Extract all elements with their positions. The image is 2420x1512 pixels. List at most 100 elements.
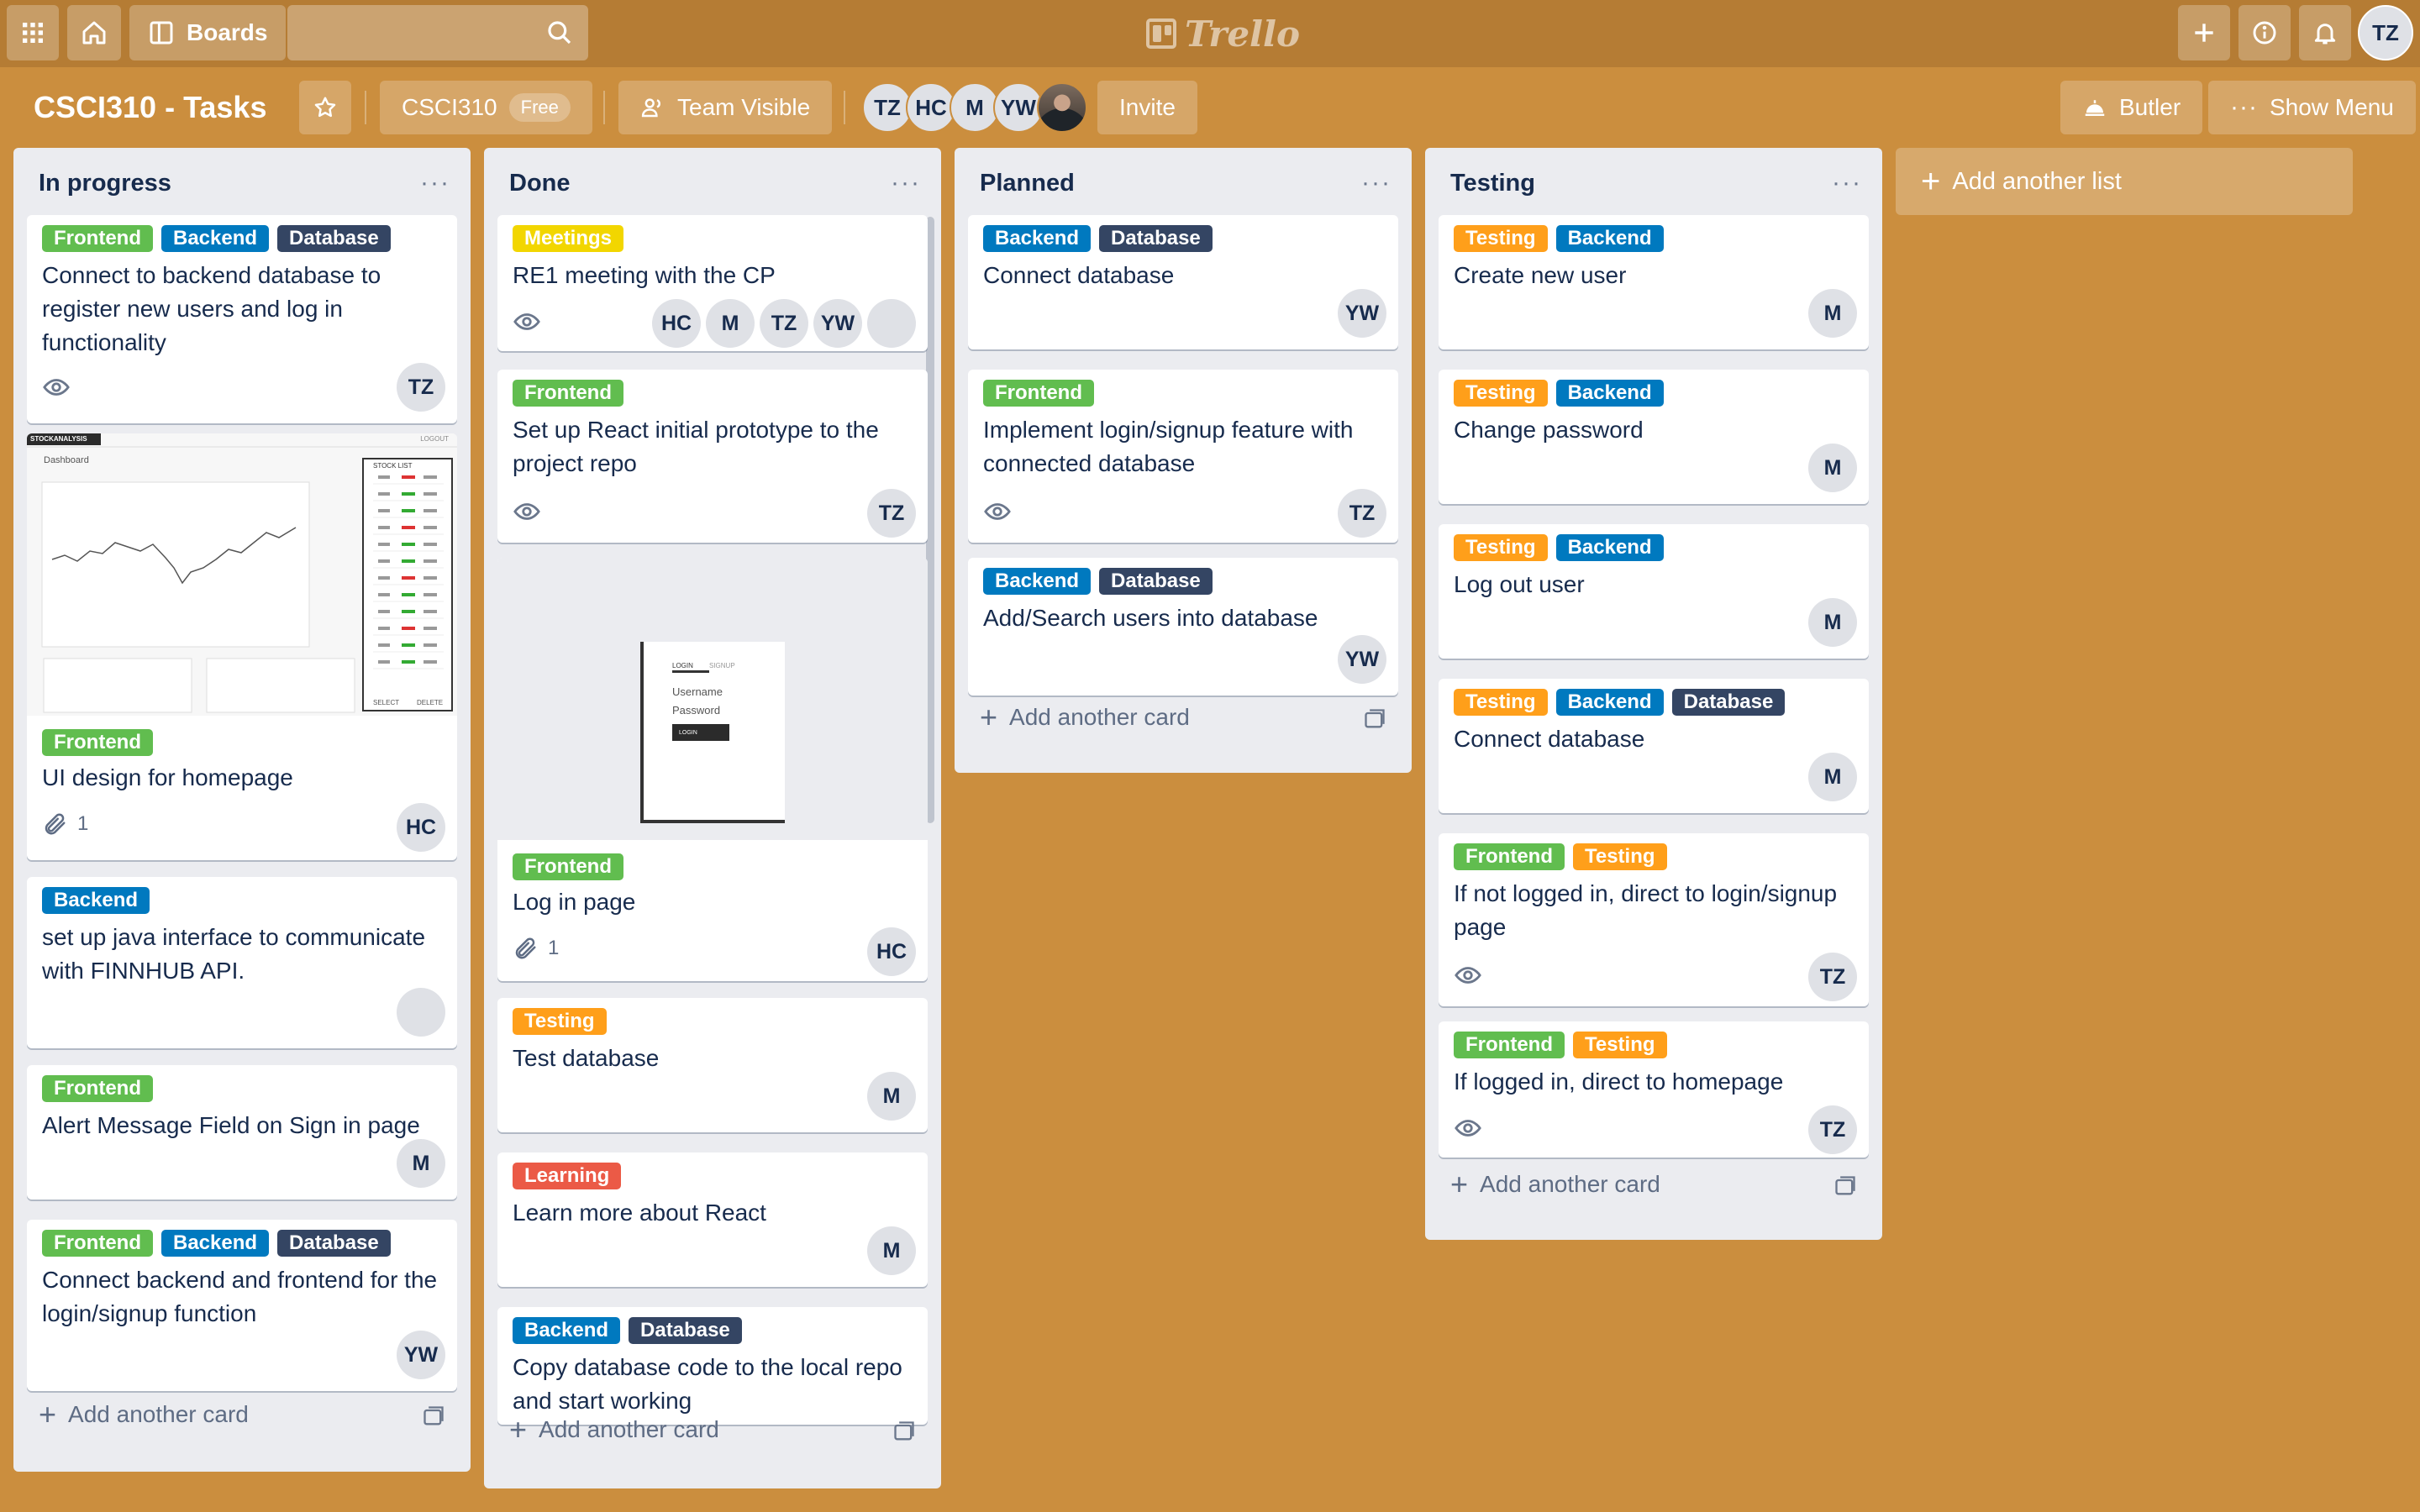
card-template-icon[interactable] — [1833, 1174, 1857, 1198]
show-menu-button[interactable]: ··· Show Menu — [2208, 81, 2416, 134]
member-avatar[interactable]: YW — [1338, 635, 1386, 684]
star-board-button[interactable] — [299, 81, 351, 134]
list-menu-icon[interactable]: ··· — [1361, 171, 1392, 196]
list-menu-icon[interactable]: ··· — [420, 171, 450, 196]
label-database[interactable]: Database — [277, 225, 391, 252]
card[interactable]: Testing Test database M — [497, 998, 928, 1132]
label-frontend[interactable]: Frontend — [42, 1075, 153, 1102]
member-avatar[interactable]: M — [1808, 289, 1857, 338]
label-database[interactable]: Database — [1671, 689, 1786, 716]
card[interactable]: Frontend Alert Message Field on Sign in p… — [27, 1065, 457, 1200]
visibility-button[interactable]: Team Visible — [618, 81, 833, 134]
member-avatar[interactable]: HC — [652, 299, 701, 348]
label-backend[interactable]: Backend — [1555, 534, 1664, 561]
label-testing[interactable]: Testing — [1454, 689, 1548, 716]
member-avatar[interactable]: M — [1808, 598, 1857, 647]
label-frontend[interactable]: Frontend — [42, 1230, 153, 1257]
card[interactable]: Frontend Testing If not logged in, direct … — [1439, 833, 1869, 1006]
trello-logo[interactable]: Trello — [1146, 10, 1300, 57]
member-avatar[interactable]: HC — [867, 927, 916, 976]
label-database[interactable]: Database — [1099, 568, 1213, 595]
label-backend[interactable]: Backend — [160, 1230, 270, 1257]
card[interactable]: Learning Learn more about React M — [497, 1152, 928, 1287]
member-avatar[interactable]: TZ — [867, 489, 916, 538]
info-button[interactable] — [2238, 5, 2291, 60]
label-backend[interactable]: Backend — [513, 1317, 621, 1344]
list-title[interactable]: In progress — [39, 170, 171, 197]
label-testing[interactable]: Testing — [1454, 534, 1548, 561]
label-frontend[interactable]: Frontend — [1454, 843, 1565, 870]
card-template-icon[interactable] — [422, 1404, 445, 1428]
card-template-icon[interactable] — [892, 1420, 916, 1443]
card[interactable]: Backend Database Copy database code to the… — [497, 1307, 928, 1425]
member-avatar[interactable]: M — [706, 299, 755, 348]
label-frontend[interactable]: Frontend — [513, 853, 623, 880]
label-database[interactable]: Database — [1099, 225, 1213, 252]
label-testing[interactable]: Testing — [1572, 1032, 1667, 1058]
add-card-button[interactable]: + Add another card — [39, 1399, 249, 1430]
member-avatar[interactable]: TZ — [1338, 489, 1386, 538]
label-meetings[interactable]: Meetings — [513, 225, 624, 252]
card[interactable]: Frontend Backend Database Connect backend a… — [27, 1220, 457, 1391]
card[interactable]: Frontend Backend Database Connect to backen… — [27, 215, 457, 423]
add-card-button[interactable]: + Add another card — [1450, 1169, 1660, 1200]
label-testing[interactable]: Testing — [1572, 843, 1667, 870]
card[interactable]: Backend Database Connect database YW — [968, 215, 1398, 349]
member-avatar[interactable]: M — [867, 1226, 916, 1275]
label-backend[interactable]: Backend — [1555, 689, 1664, 716]
board-member-avatar[interactable]: YW — [993, 82, 1044, 133]
card[interactable]: Meetings RE1 meeting with the CP HC M TZ YW — [497, 215, 928, 351]
card[interactable]: Frontend Testing If logged in, direct to h… — [1439, 1021, 1869, 1158]
search-input[interactable] — [287, 5, 588, 60]
card[interactable]: Testing Backend Database Connect database M — [1439, 679, 1869, 813]
member-photo-avatar[interactable] — [867, 299, 916, 348]
list-title[interactable]: Planned — [980, 170, 1075, 197]
board-member-avatar[interactable]: HC — [906, 82, 956, 133]
board-member-avatar[interactable]: M — [950, 82, 1000, 133]
member-avatar[interactable]: M — [867, 1072, 916, 1121]
card[interactable]: Frontend Set up React initial prototype t… — [497, 370, 928, 543]
board-member-photo-avatar[interactable] — [1037, 82, 1087, 133]
member-avatar[interactable]: M — [1808, 444, 1857, 492]
label-backend[interactable]: Backend — [983, 225, 1092, 252]
label-testing[interactable]: Testing — [1454, 380, 1548, 407]
login-page-cover-image[interactable]: LOGIN SIGNUP Username Password LOGIN — [497, 558, 928, 840]
home-button[interactable] — [67, 5, 121, 60]
add-card-button[interactable]: + Add another card — [509, 1415, 719, 1445]
team-button[interactable]: CSCI310 Free — [380, 81, 592, 134]
butler-button[interactable]: Butler — [2060, 81, 2203, 134]
member-avatar[interactable]: YW — [813, 299, 862, 348]
member-avatar[interactable]: YW — [397, 1331, 445, 1379]
ui-design-cover-image[interactable]: STOCKANALYSIS LOGOUT Dashboard STOCK LIST SE… — [27, 433, 457, 716]
card[interactable]: STOCKANALYSIS LOGOUT Dashboard STOCK LIST SE… — [27, 433, 457, 860]
card[interactable]: Testing Backend Create new user M — [1439, 215, 1869, 349]
card[interactable]: Backend Database Add/Search users into dat… — [968, 558, 1398, 696]
member-avatar[interactable]: TZ — [1808, 953, 1857, 1001]
label-backend[interactable]: Backend — [160, 225, 270, 252]
label-testing[interactable]: Testing — [1454, 225, 1548, 252]
list-menu-icon[interactable]: ··· — [891, 171, 921, 196]
list-menu-icon[interactable]: ··· — [1832, 171, 1862, 196]
member-avatar[interactable]: HC — [397, 803, 445, 852]
card-template-icon[interactable] — [1363, 707, 1386, 731]
label-frontend[interactable]: Frontend — [983, 380, 1094, 407]
label-frontend[interactable]: Frontend — [42, 729, 153, 756]
boards-button[interactable]: Boards — [129, 5, 287, 60]
label-learning[interactable]: Learning — [513, 1163, 622, 1189]
list-title[interactable]: Testing — [1450, 170, 1535, 197]
member-avatar[interactable]: TZ — [1808, 1105, 1857, 1154]
notifications-button[interactable] — [2299, 5, 2351, 60]
label-backend[interactable]: Backend — [42, 887, 150, 914]
card[interactable]: LOGIN SIGNUP Username Password LOGIN Frontend… — [497, 558, 928, 981]
label-testing[interactable]: Testing — [513, 1008, 607, 1035]
apps-grid-button[interactable] — [7, 5, 59, 60]
add-card-button[interactable]: + Add another card — [980, 702, 1190, 732]
card[interactable]: Frontend Implement login/signup feature w… — [968, 370, 1398, 543]
card[interactable]: Testing Backend Log out user M — [1439, 524, 1869, 659]
member-avatar[interactable]: YW — [1338, 289, 1386, 338]
user-avatar[interactable]: TZ — [2358, 5, 2413, 60]
invite-button[interactable]: Invite — [1097, 81, 1197, 134]
member-avatar[interactable]: M — [397, 1139, 445, 1188]
label-frontend[interactable]: Frontend — [513, 380, 623, 407]
label-backend[interactable]: Backend — [1555, 225, 1664, 252]
